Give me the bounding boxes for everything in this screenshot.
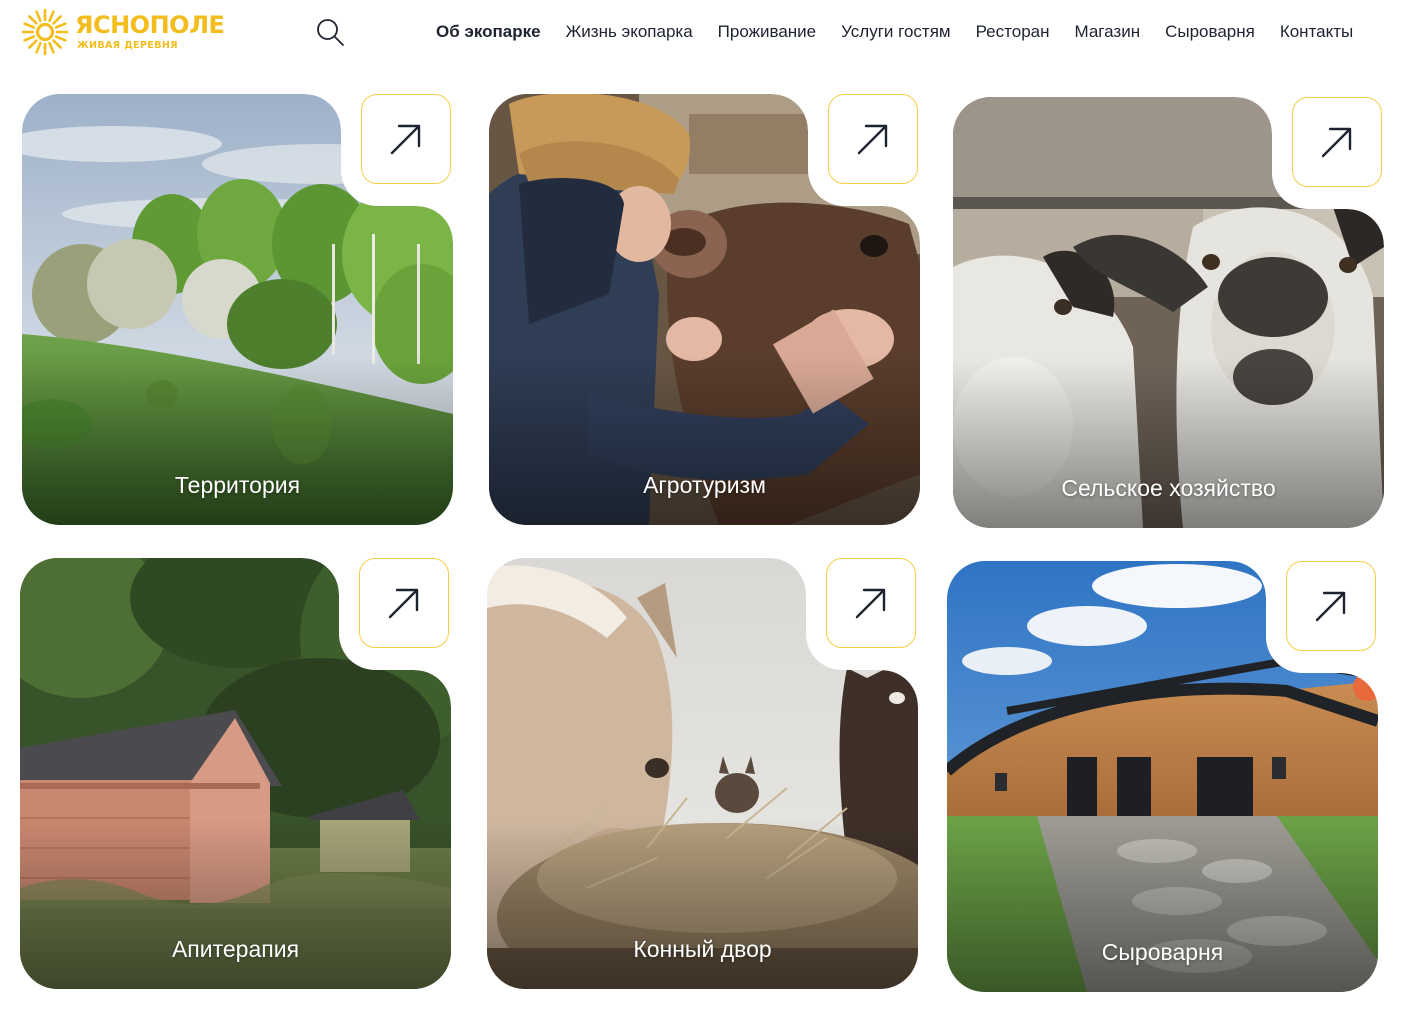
card-label-cheese-dairy: Сыроварня [1101, 939, 1224, 965]
brand-name: ЯСНОПОЛЕ [75, 11, 225, 39]
nav-item-accommodation[interactable]: Проживание [718, 20, 816, 44]
search-button[interactable] [314, 16, 346, 48]
card-arrow-button[interactable] [1286, 561, 1376, 651]
search-icon [317, 19, 344, 46]
card-agriculture[interactable]: Сельское хозяйство [953, 97, 1384, 528]
card-arrow-button[interactable] [826, 558, 916, 648]
card-shade [20, 819, 451, 989]
card-label-territory: Территория [174, 472, 301, 498]
main-nav: Об экопарке Жизнь экопарка Проживание Ус… [436, 20, 1353, 44]
site-header: ЯСНОПОЛЕ ЖИВАЯ ДЕРЕВНЯ Об экопарке Жизнь… [0, 0, 1416, 66]
card-shade [947, 822, 1378, 992]
nav-item-services[interactable]: Услуги гостям [841, 20, 950, 44]
card-label-horse-yard: Конный двор [633, 936, 772, 962]
card-cheese-dairy[interactable]: Сыроварня [947, 561, 1378, 992]
sun-logo-icon [21, 8, 69, 56]
nav-item-shop[interactable]: Магазин [1075, 20, 1141, 44]
arrow-up-right-icon [390, 124, 421, 155]
card-agrotourism[interactable]: Агротуризм [489, 94, 920, 525]
brand-tagline: ЖИВАЯ ДЕРЕВНЯ [77, 40, 178, 51]
card-shade [953, 358, 1384, 528]
card-arrow-button[interactable] [361, 94, 451, 184]
nav-item-life[interactable]: Жизнь экопарка [566, 20, 693, 44]
card-shade [22, 355, 453, 525]
nav-item-contacts[interactable]: Контакты [1280, 20, 1353, 44]
nav-item-cheese-dairy[interactable]: Сыроварня [1165, 20, 1255, 44]
card-apitherapy[interactable]: Апитерапия [20, 558, 451, 989]
card-arrow-button[interactable] [359, 558, 449, 648]
nav-item-about[interactable]: Об экопарке [436, 20, 541, 44]
card-arrow-button[interactable] [1292, 97, 1382, 187]
arrow-up-right-icon [388, 588, 419, 619]
card-shade [489, 355, 920, 525]
card-label-agriculture: Сельское хозяйство [1061, 475, 1276, 501]
logo-link[interactable]: ЯСНОПОЛЕ ЖИВАЯ ДЕРЕВНЯ [21, 8, 236, 56]
arrow-up-right-icon [857, 124, 888, 155]
card-territory[interactable]: Территория [22, 94, 453, 525]
arrow-up-right-icon [1315, 591, 1346, 622]
arrow-up-right-icon [1321, 127, 1352, 158]
nav-item-restaurant[interactable]: Ресторан [976, 20, 1050, 44]
card-label-apitherapy: Апитерапия [171, 936, 300, 962]
card-label-agrotourism: Агротуризм [643, 472, 766, 498]
card-shade [487, 819, 918, 989]
card-arrow-button[interactable] [828, 94, 918, 184]
arrow-up-right-icon [855, 588, 886, 619]
card-horse-yard[interactable]: Конный двор [487, 558, 918, 989]
